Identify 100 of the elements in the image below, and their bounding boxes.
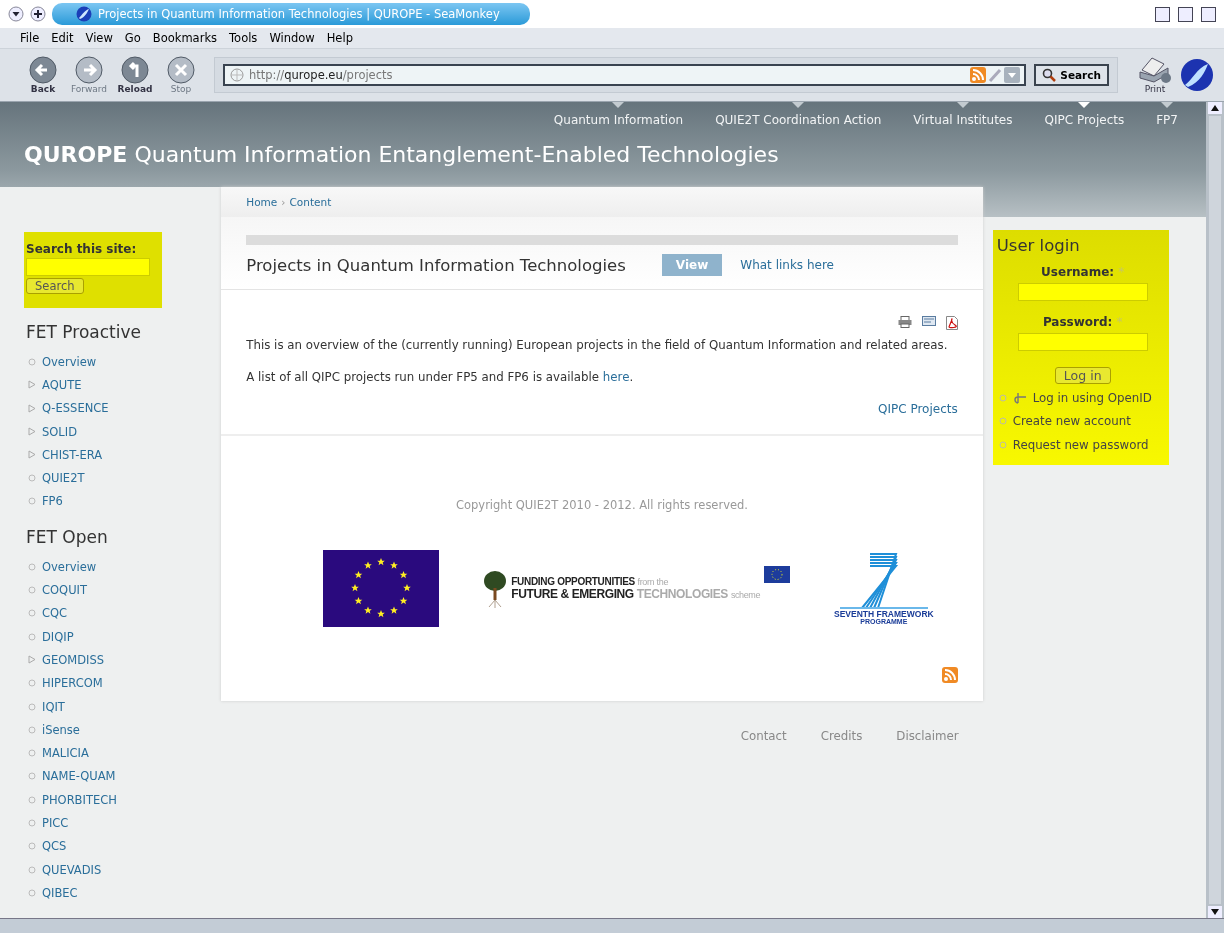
eu-flag-icon [764, 565, 791, 583]
login-link[interactable]: Create new account [1012, 414, 1131, 429]
page-tab[interactable]: What links here [740, 255, 834, 275]
maximize-button[interactable] [1178, 6, 1193, 22]
bullet-icon [28, 795, 36, 804]
breadcrumb-link[interactable]: Home [246, 196, 278, 208]
sidebar-link[interactable]: SOLID [42, 424, 77, 439]
login-link[interactable]: Log in using OpenID [1032, 390, 1152, 405]
footer-link[interactable]: Contact [740, 729, 787, 743]
menu-item[interactable]: Go [124, 31, 141, 45]
sidebar-link[interactable]: IQIT [42, 699, 65, 714]
menu-item[interactable]: Edit [51, 31, 74, 45]
collapsed-triangle-icon [28, 380, 36, 390]
sidebar-link[interactable]: GEOMDISS [42, 652, 104, 667]
app-logo-icon[interactable] [1180, 58, 1214, 92]
window-menu-icon[interactable] [8, 6, 24, 22]
sidebar-link[interactable]: CQC [42, 606, 68, 621]
menu-item[interactable]: Window [269, 31, 315, 45]
sidebar-link[interactable]: PICC [42, 816, 69, 830]
page-title: Projects in Quantum Information Technologies [246, 255, 626, 275]
collapsed-triangle-icon [28, 655, 36, 665]
sidebar-link[interactable]: DIQIP [42, 629, 74, 644]
search-icon [1042, 68, 1057, 82]
collapsed-triangle-icon [28, 427, 36, 437]
required-mark: * [1118, 265, 1125, 279]
nav-link[interactable]: Quantum Information [553, 102, 684, 127]
bullet-icon [998, 393, 1007, 402]
sidebar-link[interactable]: PHORBITECH [42, 792, 117, 807]
page-icon [229, 67, 245, 83]
sidebar-link[interactable]: HIPERCOM [42, 676, 103, 691]
printer-icon[interactable] [897, 316, 912, 328]
menu-item[interactable]: View [85, 31, 113, 45]
sidebar-link[interactable]: NAME-QUAM [42, 769, 116, 784]
stop-icon [167, 56, 195, 84]
minimize-button[interactable] [1155, 6, 1170, 22]
copyright-text: Copyright QUIE2T 2010 - 2012. All rights reserved. [454, 498, 749, 512]
sidebar-link[interactable]: CHIST-ERA [42, 447, 103, 462]
close-button[interactable] [1201, 6, 1216, 22]
sidebar-link[interactable]: QCS [42, 839, 67, 854]
bullet-icon [28, 865, 36, 874]
bullet-icon [28, 749, 36, 758]
add-icon[interactable] [30, 6, 46, 22]
nav-link[interactable]: Virtual Institutes [913, 102, 1013, 127]
required-mark: * [1116, 315, 1123, 329]
bullet-icon [28, 679, 36, 688]
sidebar-link[interactable]: QUEVADIS [42, 862, 102, 877]
breadcrumb-link[interactable]: Content [289, 196, 332, 208]
nav-button[interactable]: Back [24, 56, 62, 94]
sidebar-link[interactable]: Overview [42, 354, 97, 369]
scrollbar[interactable] [1206, 102, 1224, 918]
menu-item[interactable]: Help [326, 31, 353, 45]
sidebar-link[interactable]: COQUIT [42, 583, 87, 597]
sidebar-link[interactable]: FP6 [42, 494, 63, 509]
login-button[interactable]: Log in [1054, 367, 1111, 384]
search-button[interactable]: Search [26, 278, 84, 294]
sidebar-link[interactable]: Q-ESSENCE [42, 401, 109, 416]
intro-paragraph: This is an overview of the (currently running) European projects in the field of Quantum Information and related areas. [246, 338, 949, 352]
menu-item[interactable]: Bookmarks [152, 31, 218, 45]
sidebar-link[interactable]: MALICIA [42, 746, 89, 761]
sidebar-link[interactable]: QIBEC [42, 885, 78, 900]
pdf-icon[interactable] [945, 316, 958, 330]
nav-link[interactable]: QIPC Projects [1044, 102, 1125, 127]
bullet-icon [28, 609, 36, 618]
sidebar-link[interactable]: iSense [42, 722, 80, 737]
search-field[interactable] [26, 258, 150, 276]
bullet-icon [28, 357, 36, 366]
sidebar-link[interactable]: QUIE2T [42, 471, 85, 486]
login-link[interactable]: Request new password [1012, 437, 1149, 452]
sidebar-heading: FET Open [26, 527, 109, 548]
footer-link[interactable]: Disclaimer [896, 729, 959, 743]
window-title: Projects in Quantum Information Technologies | QUROPE - SeaMonkey [52, 3, 530, 25]
seven-shape-icon [837, 551, 930, 610]
menu-item[interactable]: File [20, 31, 40, 45]
bullet-icon [28, 772, 36, 781]
bullet-icon [28, 497, 36, 506]
search-button[interactable]: Search [1034, 64, 1109, 86]
tree-icon [483, 569, 508, 608]
username-label: Username: [1041, 265, 1115, 279]
bullet-icon [998, 440, 1007, 449]
nav-link[interactable]: QUIE2T Coordination Action [715, 102, 882, 127]
collapsed-triangle-icon [28, 403, 36, 413]
site-logo[interactable]: QUROPE [24, 142, 128, 167]
nav-link[interactable]: FP7 [1156, 102, 1178, 127]
footer-link[interactable]: Credits [820, 729, 863, 743]
sidebar-link[interactable]: Overview [42, 559, 97, 574]
email-icon[interactable] [921, 316, 936, 326]
print-button[interactable]: Print [1138, 56, 1172, 94]
bullet-icon [28, 819, 36, 827]
collapsed-triangle-icon [28, 450, 36, 460]
login-heading: User login [996, 236, 1081, 255]
bullet-icon [998, 417, 1007, 426]
nav-button[interactable]: Reload [116, 56, 154, 94]
menu-item[interactable]: Tools [229, 31, 258, 45]
sidebar-link[interactable]: AQUTE [42, 377, 82, 392]
printer-icon [1138, 56, 1172, 84]
username-field[interactable] [1017, 283, 1148, 301]
app-logo-icon [76, 6, 92, 22]
bullet-icon [28, 842, 36, 851]
more-link[interactable]: QIPC Projects [878, 402, 958, 416]
password-field[interactable] [1017, 333, 1148, 351]
